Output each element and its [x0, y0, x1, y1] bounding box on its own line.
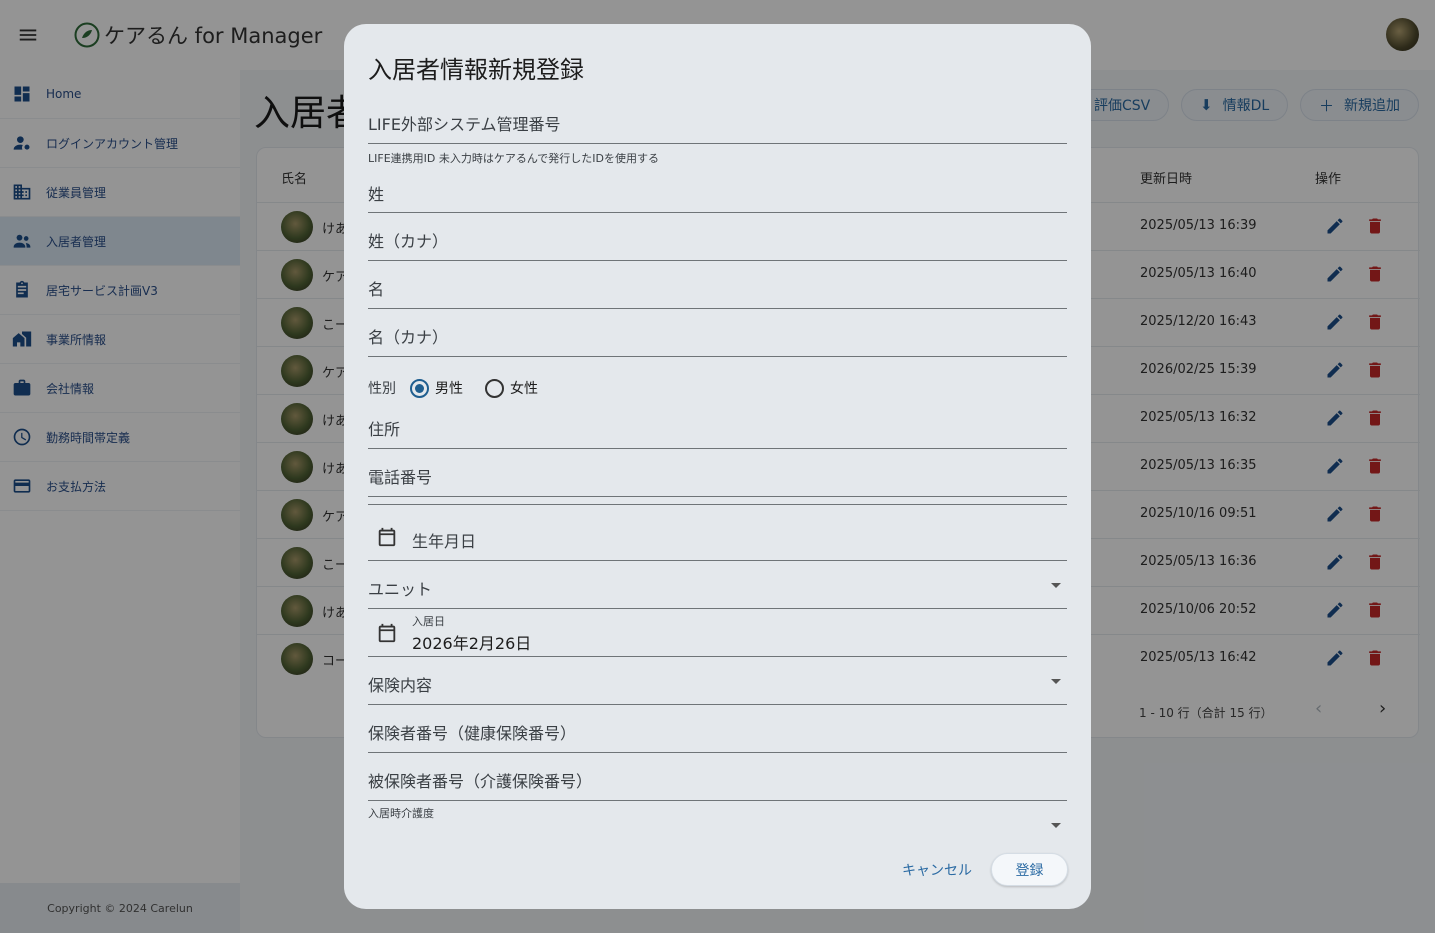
- insurance-label: 保険内容: [368, 676, 433, 695]
- move-in-date-field[interactable]: 入居日 2026年2月26日: [368, 609, 1067, 657]
- life-id-helper: LIFE連携用ID 未入力時はケアるんで発行したIDを使用する: [368, 152, 660, 165]
- address-label: 住所: [368, 420, 401, 439]
- life-id-label: LIFE外部システム管理番号: [368, 115, 561, 134]
- address-field[interactable]: 住所: [368, 409, 1067, 449]
- gender-label: 性別: [368, 381, 396, 397]
- phone-label: 電話番号: [368, 468, 433, 487]
- first-name-label: 名: [368, 280, 385, 299]
- move-in-date-label: 入居日: [412, 615, 445, 628]
- submit-button[interactable]: 登録: [991, 853, 1068, 886]
- unit-label: ユニット: [368, 580, 433, 599]
- cancel-button[interactable]: キャンセル: [892, 854, 982, 886]
- last-name-kana-label: 姓（カナ）: [368, 232, 449, 251]
- birthday-field[interactable]: 生年月日: [368, 504, 1067, 561]
- calendar-icon[interactable]: [376, 526, 398, 548]
- gender-radio-group: 性別 男性 女性: [368, 376, 560, 400]
- insurer-number-field[interactable]: 保険者番号（健康保険番号）: [368, 705, 1067, 753]
- gender-radio-female[interactable]: [485, 378, 504, 398]
- unit-select[interactable]: ユニット: [368, 561, 1067, 609]
- register-resident-dialog: 入居者情報新規登録 LIFE外部システム管理番号 LIFE連携用ID 未入力時は…: [344, 24, 1091, 909]
- gender-radio-male[interactable]: [410, 378, 429, 398]
- last-name-kana-field[interactable]: 姓（カナ）: [368, 221, 1067, 261]
- last-name-field[interactable]: 姓: [368, 174, 1067, 213]
- dialog-title: 入居者情報新規登録: [368, 56, 584, 84]
- insurance-select[interactable]: 保険内容: [368, 657, 1067, 705]
- calendar-icon[interactable]: [376, 622, 398, 644]
- first-name-kana-field[interactable]: 名（カナ）: [368, 317, 1067, 357]
- gender-option-female[interactable]: 女性: [510, 378, 538, 398]
- last-name-label: 姓: [368, 185, 385, 204]
- gender-option-male[interactable]: 男性: [435, 378, 463, 398]
- insured-number-field[interactable]: 被保険者番号（介護保険番号）: [368, 753, 1067, 801]
- care-level-label: 入居時介護度: [368, 807, 434, 820]
- chevron-down-icon: [1051, 679, 1061, 684]
- birthday-label: 生年月日: [412, 532, 477, 551]
- insured-number-label: 被保険者番号（介護保険番号）: [368, 772, 593, 791]
- phone-field[interactable]: 電話番号: [368, 457, 1067, 497]
- first-name-kana-label: 名（カナ）: [368, 328, 449, 347]
- first-name-field[interactable]: 名: [368, 269, 1067, 309]
- insurer-number-label: 保険者番号（健康保険番号）: [368, 724, 577, 743]
- chevron-down-icon: [1051, 583, 1061, 588]
- life-id-field[interactable]: LIFE外部システム管理番号: [368, 106, 1067, 144]
- care-level-select[interactable]: 入居時介護度: [368, 801, 1067, 831]
- chevron-down-icon: [1051, 823, 1061, 828]
- move-in-date-value: 2026年2月26日: [412, 634, 532, 653]
